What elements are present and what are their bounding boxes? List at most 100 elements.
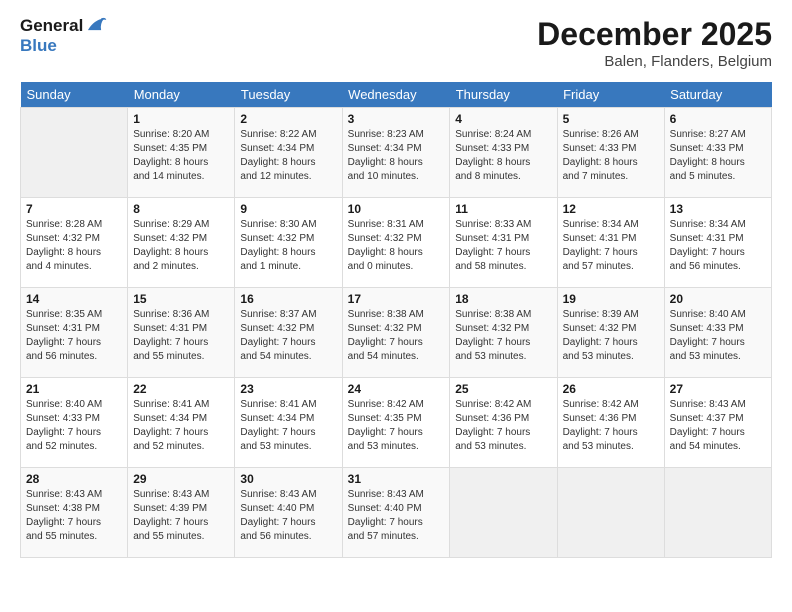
day-number: 29 bbox=[133, 472, 229, 486]
table-row: 22 Sunrise: 8:41 AM Sunset: 4:34 PM Dayli… bbox=[128, 378, 235, 468]
day-info: Sunrise: 8:30 AM Sunset: 4:32 PM Dayligh… bbox=[240, 218, 336, 274]
table-row: 1 Sunrise: 8:20 AM Sunset: 4:35 PM Daylig… bbox=[128, 108, 235, 198]
col-friday: Friday bbox=[557, 82, 664, 108]
table-row: 11 Sunrise: 8:33 AM Sunset: 4:31 PM Dayli… bbox=[450, 198, 557, 288]
table-row: 7 Sunrise: 8:28 AM Sunset: 4:32 PM Daylig… bbox=[21, 198, 128, 288]
table-row: 18 Sunrise: 8:38 AM Sunset: 4:32 PM Dayli… bbox=[450, 288, 557, 378]
day-number: 7 bbox=[26, 202, 122, 216]
day-number: 16 bbox=[240, 292, 336, 306]
day-info: Sunrise: 8:38 AM Sunset: 4:32 PM Dayligh… bbox=[348, 308, 445, 364]
table-row: 30 Sunrise: 8:43 AM Sunset: 4:40 PM Dayli… bbox=[235, 468, 342, 558]
day-number: 18 bbox=[455, 292, 551, 306]
day-info: Sunrise: 8:35 AM Sunset: 4:31 PM Dayligh… bbox=[26, 308, 122, 364]
col-wednesday: Wednesday bbox=[342, 82, 450, 108]
table-row: 20 Sunrise: 8:40 AM Sunset: 4:33 PM Dayli… bbox=[664, 288, 771, 378]
col-thursday: Thursday bbox=[450, 82, 557, 108]
day-number: 12 bbox=[563, 202, 659, 216]
day-number: 10 bbox=[348, 202, 445, 216]
day-info: Sunrise: 8:40 AM Sunset: 4:33 PM Dayligh… bbox=[670, 308, 766, 364]
table-row bbox=[21, 108, 128, 198]
day-info: Sunrise: 8:43 AM Sunset: 4:40 PM Dayligh… bbox=[348, 488, 445, 544]
table-row: 24 Sunrise: 8:42 AM Sunset: 4:35 PM Dayli… bbox=[342, 378, 450, 468]
table-row bbox=[450, 468, 557, 558]
day-info: Sunrise: 8:42 AM Sunset: 4:36 PM Dayligh… bbox=[455, 398, 551, 454]
header: General Blue December 2025 Balen, Flande… bbox=[20, 16, 772, 70]
day-info: Sunrise: 8:42 AM Sunset: 4:35 PM Dayligh… bbox=[348, 398, 445, 454]
table-row bbox=[557, 468, 664, 558]
day-number: 17 bbox=[348, 292, 445, 306]
table-row: 25 Sunrise: 8:42 AM Sunset: 4:36 PM Dayli… bbox=[450, 378, 557, 468]
day-info: Sunrise: 8:43 AM Sunset: 4:38 PM Dayligh… bbox=[26, 488, 122, 544]
day-info: Sunrise: 8:43 AM Sunset: 4:40 PM Dayligh… bbox=[240, 488, 336, 544]
day-number: 4 bbox=[455, 112, 551, 126]
day-info: Sunrise: 8:33 AM Sunset: 4:31 PM Dayligh… bbox=[455, 218, 551, 274]
day-number: 28 bbox=[26, 472, 122, 486]
day-number: 21 bbox=[26, 382, 122, 396]
table-row: 12 Sunrise: 8:34 AM Sunset: 4:31 PM Dayli… bbox=[557, 198, 664, 288]
day-number: 9 bbox=[240, 202, 336, 216]
day-number: 6 bbox=[670, 112, 766, 126]
day-info: Sunrise: 8:34 AM Sunset: 4:31 PM Dayligh… bbox=[670, 218, 766, 274]
day-info: Sunrise: 8:28 AM Sunset: 4:32 PM Dayligh… bbox=[26, 218, 122, 274]
day-number: 26 bbox=[563, 382, 659, 396]
table-row: 26 Sunrise: 8:42 AM Sunset: 4:36 PM Dayli… bbox=[557, 378, 664, 468]
page: General Blue December 2025 Balen, Flande… bbox=[0, 0, 792, 612]
day-number: 30 bbox=[240, 472, 336, 486]
table-row: 5Sunrise: 8:26 AM Sunset: 4:33 PM Daylig… bbox=[557, 108, 664, 198]
day-info: Sunrise: 8:37 AM Sunset: 4:32 PM Dayligh… bbox=[240, 308, 336, 364]
table-row bbox=[664, 468, 771, 558]
day-number: 22 bbox=[133, 382, 229, 396]
day-info: Sunrise: 8:43 AM Sunset: 4:37 PM Dayligh… bbox=[670, 398, 766, 454]
day-number: 23 bbox=[240, 382, 336, 396]
day-number: 1 bbox=[133, 112, 229, 126]
day-number: 19 bbox=[563, 292, 659, 306]
day-info: Sunrise: 8:20 AM Sunset: 4:35 PM Dayligh… bbox=[133, 128, 229, 184]
subtitle: Balen, Flanders, Belgium bbox=[537, 53, 772, 70]
day-info: Sunrise: 8:41 AM Sunset: 4:34 PM Dayligh… bbox=[240, 398, 336, 454]
logo: General Blue bbox=[20, 16, 107, 55]
table-row: 8 Sunrise: 8:29 AM Sunset: 4:32 PM Daylig… bbox=[128, 198, 235, 288]
table-row: 31 Sunrise: 8:43 AM Sunset: 4:40 PM Dayli… bbox=[342, 468, 450, 558]
calendar: Sunday Monday Tuesday Wednesday Thursday… bbox=[20, 82, 772, 558]
day-number: 31 bbox=[348, 472, 445, 486]
day-number: 13 bbox=[670, 202, 766, 216]
day-number: 8 bbox=[133, 202, 229, 216]
table-row: 16 Sunrise: 8:37 AM Sunset: 4:32 PM Dayli… bbox=[235, 288, 342, 378]
day-number: 5 bbox=[563, 112, 659, 126]
day-info: Sunrise: 8:22 AM Sunset: 4:34 PM Dayligh… bbox=[240, 128, 336, 184]
day-number: 14 bbox=[26, 292, 122, 306]
day-info: Sunrise: 8:34 AM Sunset: 4:31 PM Dayligh… bbox=[563, 218, 659, 274]
table-row: 27 Sunrise: 8:43 AM Sunset: 4:37 PM Dayli… bbox=[664, 378, 771, 468]
day-number: 27 bbox=[670, 382, 766, 396]
day-info: Sunrise: 8:38 AM Sunset: 4:32 PM Dayligh… bbox=[455, 308, 551, 364]
month-title: December 2025 bbox=[537, 16, 772, 53]
day-number: 24 bbox=[348, 382, 445, 396]
col-tuesday: Tuesday bbox=[235, 82, 342, 108]
day-info: Sunrise: 8:29 AM Sunset: 4:32 PM Dayligh… bbox=[133, 218, 229, 274]
day-info: Sunrise: 8:42 AM Sunset: 4:36 PM Dayligh… bbox=[563, 398, 659, 454]
day-info: Sunrise: 8:31 AM Sunset: 4:32 PM Dayligh… bbox=[348, 218, 445, 274]
logo-general: General bbox=[20, 16, 83, 35]
table-row: 3 Sunrise: 8:23 AM Sunset: 4:34 PM Daylig… bbox=[342, 108, 450, 198]
day-number: 11 bbox=[455, 202, 551, 216]
table-row: 13 Sunrise: 8:34 AM Sunset: 4:31 PM Dayli… bbox=[664, 198, 771, 288]
table-row: 21Sunrise: 8:40 AM Sunset: 4:33 PM Dayli… bbox=[21, 378, 128, 468]
day-number: 25 bbox=[455, 382, 551, 396]
day-number: 20 bbox=[670, 292, 766, 306]
day-info: Sunrise: 8:41 AM Sunset: 4:34 PM Dayligh… bbox=[133, 398, 229, 454]
table-row: 2Sunrise: 8:22 AM Sunset: 4:34 PM Daylig… bbox=[235, 108, 342, 198]
day-number: 3 bbox=[348, 112, 445, 126]
table-row: 9 Sunrise: 8:30 AM Sunset: 4:32 PM Daylig… bbox=[235, 198, 342, 288]
day-info: Sunrise: 8:24 AM Sunset: 4:33 PM Dayligh… bbox=[455, 128, 551, 184]
table-row: 10 Sunrise: 8:31 AM Sunset: 4:32 PM Dayli… bbox=[342, 198, 450, 288]
col-saturday: Saturday bbox=[664, 82, 771, 108]
table-row: 19Sunrise: 8:39 AM Sunset: 4:32 PM Dayli… bbox=[557, 288, 664, 378]
col-monday: Monday bbox=[128, 82, 235, 108]
table-row: 4 Sunrise: 8:24 AM Sunset: 4:33 PM Daylig… bbox=[450, 108, 557, 198]
day-info: Sunrise: 8:23 AM Sunset: 4:34 PM Dayligh… bbox=[348, 128, 445, 184]
table-row: 15Sunrise: 8:36 AM Sunset: 4:31 PM Dayli… bbox=[128, 288, 235, 378]
logo-bird-icon bbox=[85, 14, 107, 36]
logo-blue: Blue bbox=[20, 36, 107, 56]
day-info: Sunrise: 8:43 AM Sunset: 4:39 PM Dayligh… bbox=[133, 488, 229, 544]
table-row: 28 Sunrise: 8:43 AM Sunset: 4:38 PM Dayli… bbox=[21, 468, 128, 558]
